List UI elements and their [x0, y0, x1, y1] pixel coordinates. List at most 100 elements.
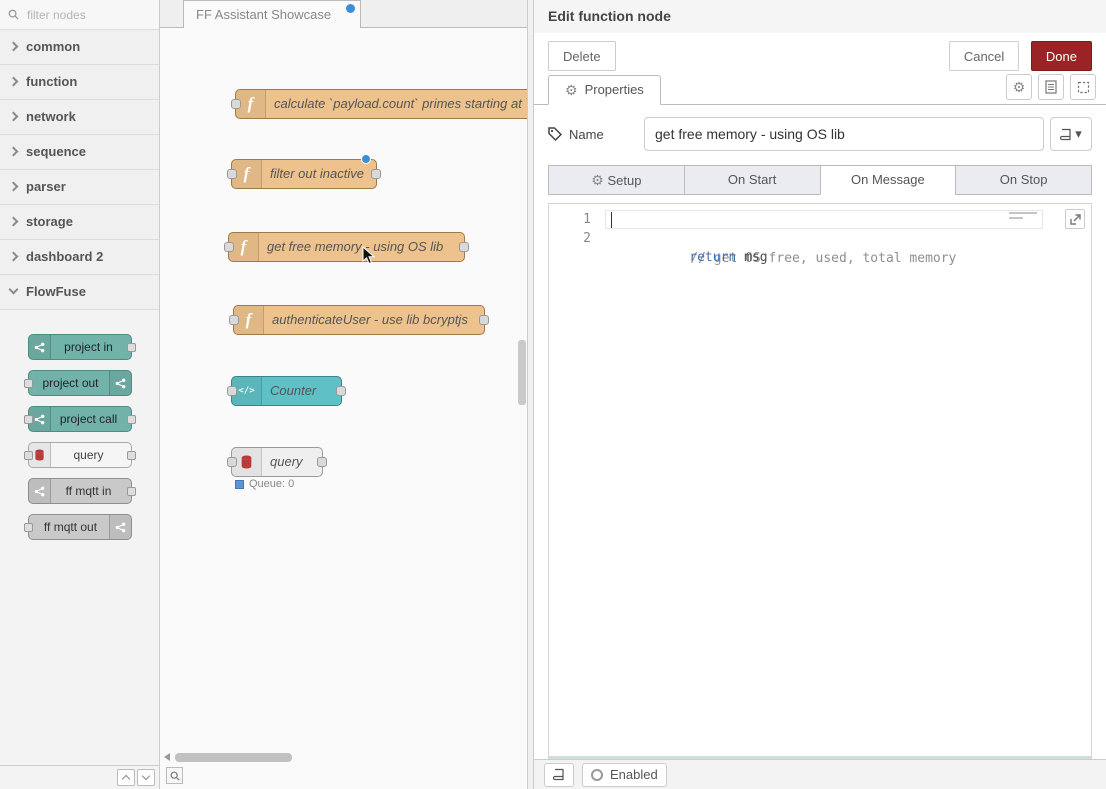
palette-category-sequence[interactable]: sequence: [0, 135, 159, 170]
name-input[interactable]: [644, 117, 1044, 151]
node-port[interactable]: [227, 457, 237, 467]
node-port[interactable]: [371, 169, 381, 179]
node-settings-button[interactable]: ⚙: [1006, 74, 1032, 100]
code-editor[interactable]: 1 2 // get OS free, used, total memory r…: [548, 203, 1092, 759]
tab-on-stop[interactable]: On Stop: [955, 165, 1092, 195]
tray-toolbar: Delete Cancel Done: [534, 33, 1106, 79]
editor-minimap[interactable]: [1009, 212, 1039, 222]
flow-node-query[interactable]: query: [231, 447, 323, 477]
tab-properties[interactable]: ⚙ Properties: [548, 75, 661, 105]
code-token: return: [689, 250, 736, 265]
flow-node-filter-out-inactive[interactable]: f filter out inactive: [231, 159, 377, 189]
book-icon: [1060, 128, 1072, 141]
description-button[interactable]: [1038, 74, 1064, 100]
palette-category-function[interactable]: function: [0, 65, 159, 100]
chevron-down-icon: [9, 285, 19, 295]
node-port[interactable]: [317, 457, 327, 467]
tab-on-start[interactable]: On Start: [684, 165, 820, 195]
node-port[interactable]: [231, 99, 241, 109]
code-line: return msg: [605, 229, 1091, 248]
node-port[interactable]: [224, 242, 234, 252]
tag-icon: [548, 127, 562, 141]
node-port[interactable]: [24, 523, 33, 532]
node-port[interactable]: [336, 386, 346, 396]
chevron-right-icon: [9, 147, 19, 157]
palette-filter-input[interactable]: [25, 7, 135, 23]
flow-canvas[interactable]: FF Assistant Showcase f calculate `paylo…: [160, 0, 527, 789]
category-label: common: [26, 39, 80, 54]
flow-node-label: query: [270, 448, 316, 476]
workspace-tab[interactable]: FF Assistant Showcase: [183, 0, 361, 28]
node-port[interactable]: [24, 379, 33, 388]
node-port[interactable]: [227, 386, 237, 396]
document-icon: [1045, 80, 1057, 94]
palette-node-project-call[interactable]: project call: [28, 406, 132, 432]
node-port[interactable]: [229, 315, 239, 325]
mqtt-icon: [109, 515, 131, 539]
palette-category-parser[interactable]: parser: [0, 170, 159, 205]
node-port[interactable]: [24, 451, 33, 460]
node-port[interactable]: [479, 315, 489, 325]
search-icon: [8, 9, 19, 20]
tab-setup[interactable]: ⚙ Setup: [548, 165, 684, 195]
done-button[interactable]: Done: [1031, 41, 1092, 71]
vertical-scrollbar[interactable]: [518, 340, 526, 405]
tab-properties-label: Properties: [585, 76, 644, 104]
palette-category-dashboard2[interactable]: dashboard 2: [0, 240, 159, 275]
gear-icon: ⚙: [591, 172, 604, 188]
flow-node-get-free-memory[interactable]: f get free memory - using OS lib: [228, 232, 465, 262]
flow-node-calculate-primes[interactable]: f calculate `payload.count` primes start…: [235, 89, 527, 119]
node-changed-dot: [361, 154, 371, 164]
palette-category-flowfuse[interactable]: FlowFuse: [0, 275, 159, 310]
workspace-tab-label: FF Assistant Showcase: [196, 7, 331, 22]
name-label-group: Name: [548, 127, 644, 142]
search-flows-button[interactable]: [166, 767, 183, 784]
horizontal-scrollbar[interactable]: [175, 753, 292, 762]
group-button[interactable]: [1070, 74, 1096, 100]
palette-node-project-out[interactable]: project out: [28, 370, 132, 396]
flow-node-label: authenticateUser - use lib bcryptjs: [272, 306, 478, 334]
palette-category-network[interactable]: network: [0, 100, 159, 135]
expand-categories-button[interactable]: [137, 769, 155, 786]
editor-tabs-row: ⚙ Properties ⚙: [534, 79, 1106, 105]
code-token: msg: [736, 250, 767, 265]
node-port[interactable]: [459, 242, 469, 252]
function-editor-tabs: ⚙ Setup On Start On Message On Stop: [548, 165, 1092, 195]
delete-button[interactable]: Delete: [548, 41, 616, 71]
palette-node-query[interactable]: query: [28, 442, 132, 468]
node-port[interactable]: [127, 487, 136, 496]
enabled-label: Enabled: [610, 767, 658, 782]
palette-node-project-in[interactable]: project in: [28, 334, 132, 360]
category-label: function: [26, 74, 77, 89]
cancel-button[interactable]: Cancel: [949, 41, 1019, 71]
node-description-button[interactable]: [544, 763, 574, 787]
hscroll-left-arrow[interactable]: [164, 753, 170, 761]
node-port[interactable]: [24, 415, 33, 424]
chevron-right-icon: [9, 182, 19, 192]
toggle-circle-icon: [591, 769, 603, 781]
node-port[interactable]: [127, 451, 136, 460]
code-area[interactable]: // get OS free, used, total memory retur…: [605, 204, 1091, 756]
palette-node-ff-mqtt-in[interactable]: ff mqtt in: [28, 478, 132, 504]
caret-down-icon: ▾: [1075, 126, 1082, 142]
tray-resize-handle[interactable]: [527, 0, 534, 789]
palette-category-common[interactable]: common: [0, 30, 159, 65]
expand-editor-button[interactable]: [1065, 209, 1085, 229]
palette-search[interactable]: [0, 0, 159, 30]
node-port[interactable]: [127, 415, 136, 424]
palette-category-storage[interactable]: storage: [0, 205, 159, 240]
flow-node-authenticate-user[interactable]: f authenticateUser - use lib bcryptjs: [233, 305, 485, 335]
expand-icon: [1070, 214, 1081, 225]
node-red-editor: common function network sequence parser …: [0, 0, 1106, 789]
unsaved-changes-dot: [346, 4, 355, 13]
node-port[interactable]: [227, 169, 237, 179]
flow-node-counter[interactable]: </> Counter: [231, 376, 342, 406]
palette-node-ff-mqtt-out[interactable]: ff mqtt out: [28, 514, 132, 540]
node-port[interactable]: [127, 343, 136, 352]
collapse-categories-button[interactable]: [117, 769, 135, 786]
library-button[interactable]: ▾: [1050, 117, 1092, 151]
code-line: // get OS free, used, total memory: [605, 210, 1043, 229]
name-form-row: Name ▾: [534, 105, 1106, 161]
tab-on-message[interactable]: On Message: [820, 165, 956, 195]
enabled-toggle-button[interactable]: Enabled: [582, 763, 667, 787]
